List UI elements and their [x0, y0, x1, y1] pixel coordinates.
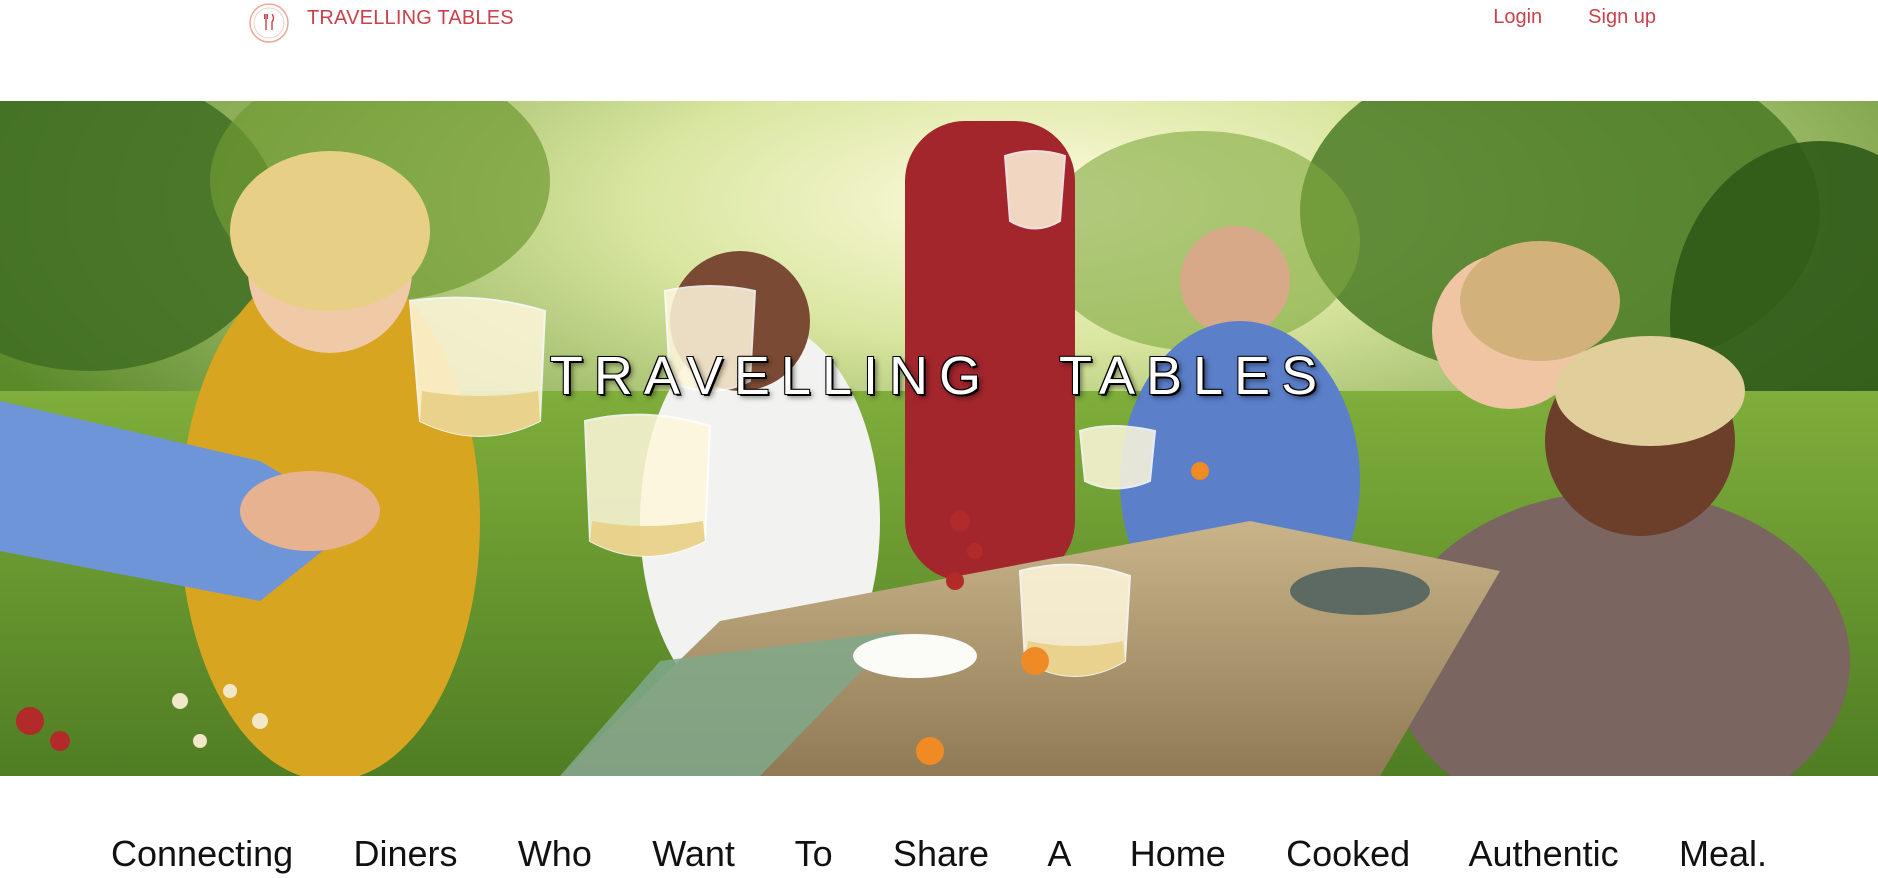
- brand-link[interactable]: TRAVELLING TABLES: [248, 2, 514, 44]
- login-link[interactable]: Login: [1493, 6, 1542, 29]
- hero-title: TRAVELLING TABLES: [549, 346, 1329, 406]
- nav-links: Login Sign up: [1493, 6, 1656, 29]
- brand-name: TRAVELLING TABLES: [307, 7, 514, 29]
- hero-banner: TRAVELLING TABLES: [0, 101, 1878, 776]
- navbar: TRAVELLING TABLES Login Sign up: [0, 0, 1878, 100]
- fork-knife-logo-icon: [249, 3, 289, 43]
- signup-link[interactable]: Sign up: [1588, 6, 1656, 29]
- tagline-text: Connecting Diners Who Want To Share A Ho…: [111, 833, 1767, 874]
- dinner-party-photo: [0, 101, 1878, 776]
- tagline: Connecting Diners Who Want To Share A Ho…: [0, 830, 1878, 878]
